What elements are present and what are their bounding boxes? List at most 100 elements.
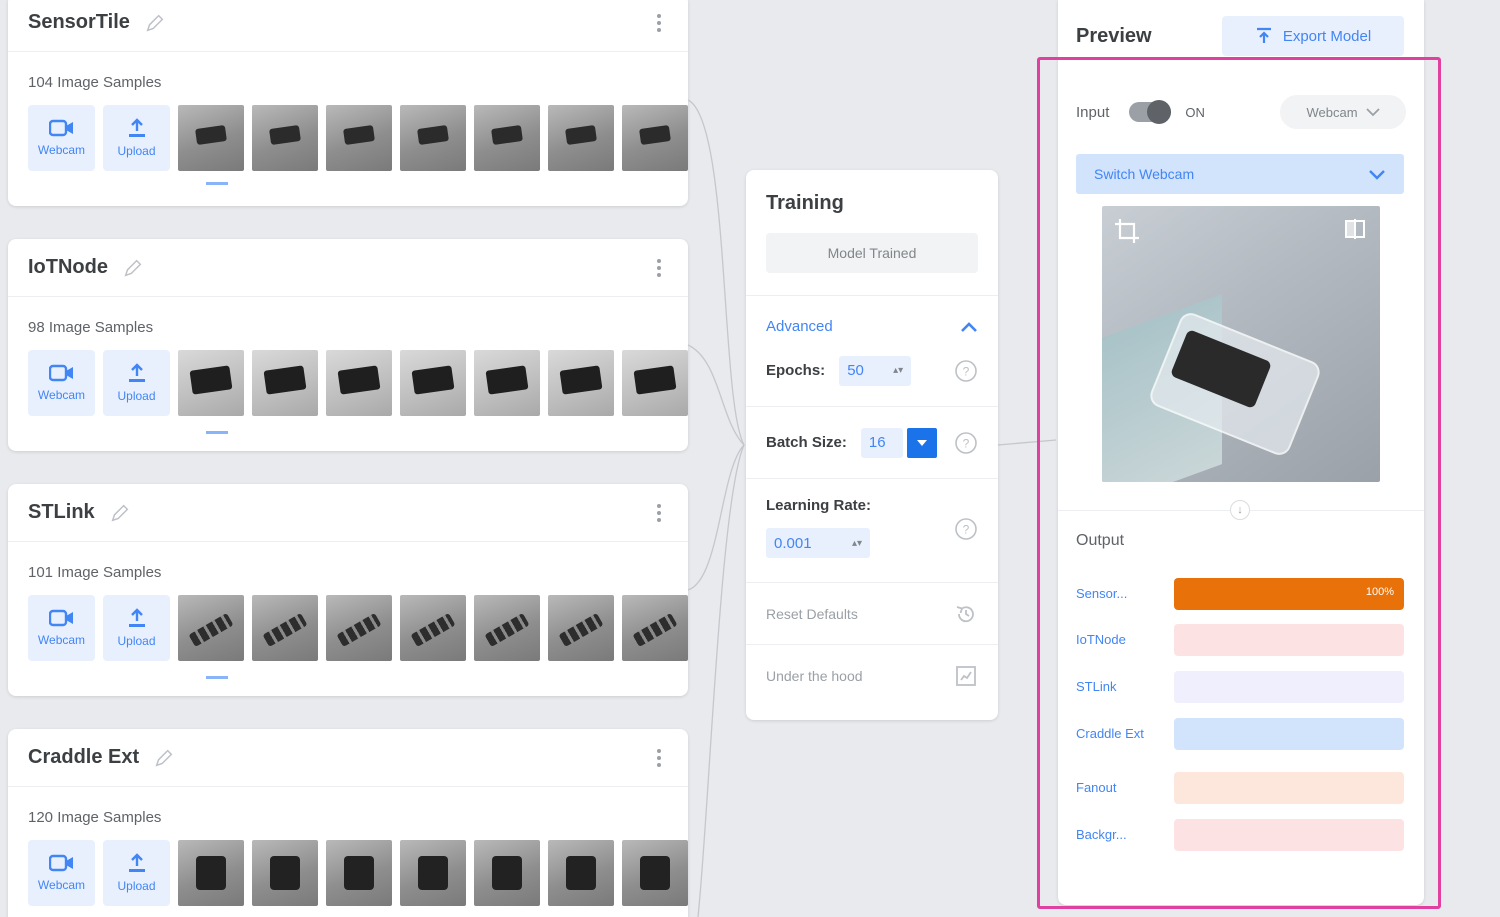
class-name[interactable]: IoTNode <box>28 256 108 279</box>
webcam-button[interactable]: Webcam <box>28 105 95 171</box>
stepper-icon[interactable]: ▴▾ <box>893 365 903 376</box>
sample-thumbnail[interactable] <box>474 105 540 171</box>
svg-text:?: ? <box>963 523 970 537</box>
toggle-state-label: ON <box>1185 104 1205 120</box>
sample-thumbnail[interactable] <box>548 840 614 906</box>
sample-thumbnail[interactable] <box>400 105 466 171</box>
sample-thumbnail[interactable] <box>178 595 244 661</box>
sample-thumbnail[interactable] <box>326 595 392 661</box>
webcam-button[interactable]: Webcam <box>28 350 95 416</box>
upload-button[interactable]: Upload <box>103 350 170 416</box>
output-row: Craddle Ext <box>1076 718 1406 750</box>
upload-label: Upload <box>117 389 156 403</box>
sample-thumbnail[interactable] <box>178 105 244 171</box>
class-name[interactable]: SensorTile <box>28 11 130 34</box>
learning-rate-row: Learning Rate: 0.001 ▴▾ ? <box>746 479 998 583</box>
input-source-select[interactable]: Webcam <box>1280 95 1406 129</box>
class-card-iotnode: IoTNode 98 Image Samples Webcam Upload <box>8 239 688 451</box>
pencil-icon[interactable] <box>153 747 175 769</box>
export-icon <box>1256 27 1271 43</box>
input-source-value: Webcam <box>1306 104 1358 120</box>
upload-button[interactable]: Upload <box>103 840 170 906</box>
pencil-icon[interactable] <box>144 12 166 34</box>
pencil-icon[interactable] <box>109 502 131 524</box>
upload-label: Upload <box>117 144 156 158</box>
confidence-bar <box>1174 819 1404 851</box>
output-row: STLink <box>1076 671 1406 703</box>
upload-button[interactable]: Upload <box>103 105 170 171</box>
learning-rate-input[interactable]: 0.001 ▴▾ <box>766 528 870 558</box>
sample-count: 101 Image Samples <box>28 564 162 581</box>
sample-thumbnail[interactable] <box>252 595 318 661</box>
sample-thumbnail[interactable] <box>474 595 540 661</box>
sample-thumbnail[interactable] <box>400 840 466 906</box>
batch-size-dropdown[interactable] <box>906 427 937 458</box>
export-model-button[interactable]: Export Model <box>1222 16 1404 56</box>
caret-down-icon <box>916 439 927 446</box>
switch-webcam-label: Switch Webcam <box>1094 166 1195 182</box>
class-name[interactable]: Craddle Ext <box>28 746 139 769</box>
pencil-icon[interactable] <box>122 257 144 279</box>
sample-thumbnail[interactable] <box>326 350 392 416</box>
sample-thumbnail[interactable] <box>252 840 318 906</box>
webcam-button[interactable]: Webcam <box>28 595 95 661</box>
class-header: IoTNode <box>8 239 688 297</box>
output-label: Backgr... <box>1076 826 1127 842</box>
sample-thumbnail[interactable] <box>548 350 614 416</box>
batch-size-input[interactable]: 16 <box>860 427 903 458</box>
stepper-icon[interactable]: ▴▾ <box>852 538 862 549</box>
more-options-icon[interactable] <box>650 502 668 524</box>
sample-thumbnail[interactable] <box>622 350 688 416</box>
learning-rate-value: 0.001 <box>774 534 812 552</box>
webcam-label: Webcam <box>37 633 86 647</box>
crop-icon[interactable] <box>1114 218 1140 244</box>
sample-row: Webcam Upload <box>28 350 688 416</box>
confidence-percent: 100% <box>1365 586 1394 598</box>
sample-thumbnail[interactable] <box>474 840 540 906</box>
sample-thumbnail[interactable] <box>474 350 540 416</box>
sample-thumbnail[interactable] <box>178 840 244 906</box>
more-options-icon[interactable] <box>650 747 668 769</box>
sample-thumbnail[interactable] <box>622 840 688 906</box>
sample-thumbnail[interactable] <box>326 105 392 171</box>
sample-thumbnail[interactable] <box>548 105 614 171</box>
help-icon[interactable]: ? <box>954 517 978 541</box>
more-options-icon[interactable] <box>650 257 668 279</box>
epochs-input[interactable]: 50 ▴▾ <box>839 355 912 386</box>
model-trained-button[interactable]: Model Trained <box>766 233 978 273</box>
advanced-toggle[interactable]: Advanced <box>746 296 998 335</box>
help-icon[interactable]: ? <box>954 431 978 455</box>
help-icon[interactable]: ? <box>954 359 978 383</box>
sample-thumbnail[interactable] <box>178 350 244 416</box>
class-name[interactable]: STLink <box>28 501 95 524</box>
upload-button[interactable]: Upload <box>103 595 170 661</box>
flip-icon[interactable] <box>1344 218 1366 240</box>
sample-thumbnail[interactable] <box>400 595 466 661</box>
sample-thumbnail[interactable] <box>622 595 688 661</box>
output-label: IoTNode <box>1076 631 1126 647</box>
input-toggle[interactable] <box>1129 100 1172 124</box>
under-the-hood-button[interactable]: Under the hood <box>746 645 998 707</box>
preview-panel: Preview Export Model Input ON Webcam Swi… <box>1058 0 1424 905</box>
sample-thumbnail[interactable] <box>252 105 318 171</box>
webcam-button[interactable]: Webcam <box>28 840 95 906</box>
sample-count: 104 Image Samples <box>28 74 162 91</box>
batch-size-value: 16 <box>868 434 886 451</box>
webcam-preview <box>1102 206 1380 482</box>
sample-thumbnail[interactable] <box>622 105 688 171</box>
confidence-bar <box>1174 718 1404 750</box>
sample-thumbnail[interactable] <box>548 595 614 661</box>
sample-count: 120 Image Samples <box>28 809 162 826</box>
output-row: Sensor... 100% <box>1076 578 1406 610</box>
sample-thumbnail[interactable] <box>400 350 466 416</box>
history-icon <box>956 605 974 622</box>
upload-icon <box>128 363 145 382</box>
sample-thumbnail[interactable] <box>326 840 392 906</box>
under-the-hood-label: Under the hood <box>766 668 863 684</box>
output-label: Craddle Ext <box>1076 725 1144 741</box>
sample-thumbnail[interactable] <box>252 350 318 416</box>
reset-defaults-button[interactable]: Reset Defaults <box>746 583 998 645</box>
more-options-icon[interactable] <box>650 12 668 34</box>
output-row: Fanout <box>1076 772 1406 804</box>
switch-webcam-dropdown[interactable]: Switch Webcam <box>1076 154 1404 194</box>
